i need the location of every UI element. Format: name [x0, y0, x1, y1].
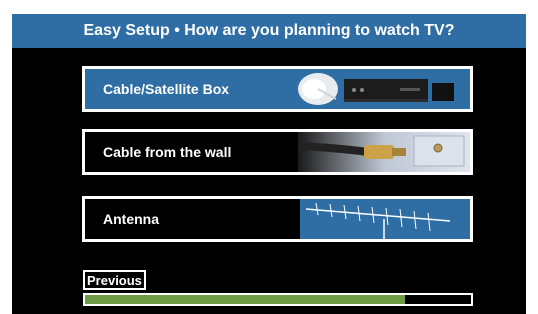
option-antenna[interactable]: Antenna [82, 196, 473, 242]
option-label: Antenna [103, 211, 159, 227]
coax-cable-wall-plate-icon [298, 132, 470, 172]
option-label: Cable from the wall [103, 144, 232, 160]
previous-button[interactable]: Previous [83, 270, 146, 290]
screen: Easy Setup • How are you planning to wat… [12, 14, 526, 314]
tv-antenna-icon [300, 199, 470, 239]
tv-setup-screen: Easy Setup • How are you planning to wat… [0, 0, 538, 314]
option-cable-satellite-box[interactable]: Cable/Satellite Box [82, 66, 473, 112]
progress-fill [85, 295, 406, 304]
option-label: Cable/Satellite Box [103, 81, 230, 97]
progress-bar [83, 293, 473, 306]
satellite-dish-and-box-icon [280, 69, 470, 109]
option-cable-from-wall[interactable]: Cable from the wall [82, 129, 473, 175]
title-bar: Easy Setup • How are you planning to wat… [12, 14, 526, 48]
page-title: Easy Setup • How are you planning to wat… [83, 22, 455, 39]
